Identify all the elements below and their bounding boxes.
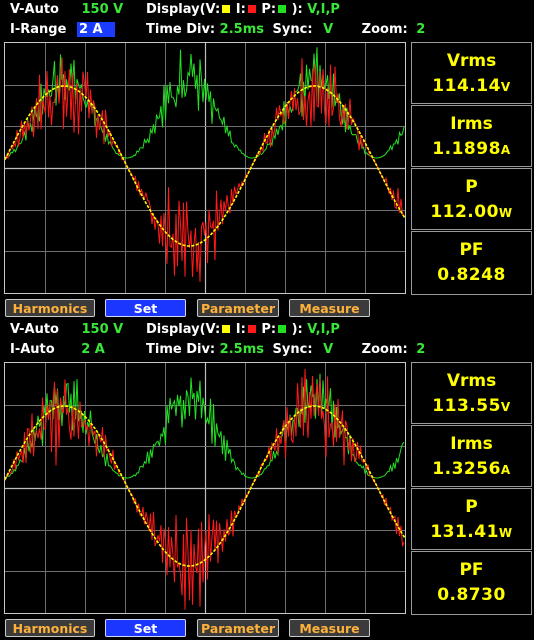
irms-measurement: Irms 1.1898A	[411, 105, 532, 167]
display-close-label: ):	[291, 322, 303, 337]
vrms-label: Vrms	[446, 51, 497, 71]
display-traces-value: V,I,P	[307, 322, 340, 337]
time-div-label: Time Div:	[146, 22, 216, 37]
power-color-swatch	[278, 325, 287, 333]
measure-button[interactable]: Measure	[289, 299, 370, 317]
voltage-range-value: 150 V	[81, 2, 124, 17]
measure-button[interactable]: Measure	[289, 619, 370, 637]
voltage-range-label: V-Auto	[10, 322, 59, 337]
vrms-value: 113.55	[432, 396, 501, 416]
timebase-settings: Time Div: 2.5ms Sync: V Zoom: 2	[146, 342, 425, 358]
measurements-sidebar: Vrms 114.14V Irms 1.1898A P 112.00W PF 0…	[411, 42, 534, 296]
voltage-range: V-Auto 150 V	[10, 322, 123, 338]
irms-unit: A	[500, 463, 511, 477]
voltage-key-label: V:	[205, 322, 221, 337]
vrms-measurement: Vrms 114.14V	[411, 42, 532, 104]
vrms-unit: V	[500, 400, 511, 414]
pf-label: PF	[459, 560, 484, 580]
irms-value: 1.1898	[432, 139, 501, 159]
irms-value: 1.3256	[432, 459, 501, 479]
voltage-range-label: V-Auto	[10, 2, 59, 17]
waveform-display	[4, 362, 406, 614]
irms-label: Irms	[450, 434, 493, 454]
set-button[interactable]: Set	[105, 299, 186, 317]
voltage-color-swatch	[222, 325, 231, 333]
power-unit: W	[498, 526, 513, 540]
current-color-swatch	[247, 5, 256, 13]
vrms-value: 114.14	[432, 76, 501, 96]
pf-measurement: PF 0.8248	[411, 231, 532, 295]
power-key-label: P:	[261, 322, 277, 337]
sync-value: V	[323, 342, 334, 357]
display-label: Display(	[146, 322, 206, 337]
power-trace	[5, 47, 405, 159]
time-div-value: 2.5ms	[219, 22, 264, 37]
zoom-label: Zoom:	[361, 22, 408, 37]
current-key-label: I:	[235, 322, 246, 337]
current-range: I-Auto 2 A	[10, 342, 105, 358]
power-color-swatch	[278, 5, 287, 13]
pf-measurement: PF 0.8730	[411, 551, 532, 615]
power-measurement: P 131.41W	[411, 488, 532, 550]
current-range-value[interactable]: 2 A	[76, 22, 115, 37]
harmonics-button[interactable]: Harmonics	[5, 619, 95, 637]
current-range-label: I-Range	[10, 22, 67, 37]
irms-unit: A	[500, 143, 511, 157]
zoom-value: 2	[416, 22, 426, 37]
display-traces-value: V,I,P	[307, 2, 340, 17]
power-value: 131.41	[430, 522, 499, 542]
sync-value: V	[323, 22, 334, 37]
sync-label: Sync:	[272, 22, 313, 37]
time-div-value: 2.5ms	[219, 342, 264, 357]
voltage-range-value: 150 V	[81, 322, 124, 337]
irms-label: Irms	[450, 114, 493, 134]
power-label: P	[465, 497, 478, 517]
zoom-label: Zoom:	[361, 342, 408, 357]
set-button[interactable]: Set	[105, 619, 186, 637]
current-key-label: I:	[235, 2, 246, 17]
current-trace	[5, 57, 405, 283]
current-range: I-Range 2 A	[10, 22, 115, 38]
harmonics-button[interactable]: Harmonics	[5, 299, 95, 317]
voltage-key-label: V:	[205, 2, 221, 17]
display-label: Display(	[146, 2, 206, 17]
current-range-label: I-Auto	[10, 342, 55, 357]
irms-measurement: Irms 1.3256A	[411, 425, 532, 487]
current-color-swatch	[247, 325, 256, 333]
power-label: P	[465, 177, 478, 197]
display-close-label: ):	[291, 2, 303, 17]
display-settings: Display(V: I: P: ): V,I,P	[146, 2, 340, 18]
power-analyzer-panel-1: V-Auto 150 V I-Range 2 A Display(V: I: P…	[0, 0, 534, 320]
display-settings: Display(V: I: P: ): V,I,P	[146, 322, 340, 338]
pf-label: PF	[459, 240, 484, 260]
pf-value: 0.8248	[437, 265, 506, 285]
current-range-value[interactable]: 2 A	[81, 342, 105, 357]
pf-value: 0.8730	[437, 585, 506, 605]
zoom-value: 2	[416, 342, 426, 357]
power-unit: W	[498, 206, 513, 220]
parameter-button[interactable]: Parameter	[197, 619, 279, 637]
power-key-label: P:	[261, 2, 277, 17]
waveform-canvas	[5, 363, 405, 613]
timebase-settings: Time Div: 2.5ms Sync: V Zoom: 2	[146, 22, 425, 38]
sync-label: Sync:	[272, 342, 313, 357]
power-analyzer-panel-2: V-Auto 150 V I-Auto 2 A Display(V: I: P:…	[0, 320, 534, 640]
power-value: 112.00	[430, 202, 499, 222]
voltage-range: V-Auto 150 V	[10, 2, 123, 18]
measurements-sidebar: Vrms 113.55V Irms 1.3256A P 131.41W PF 0…	[411, 362, 534, 616]
power-measurement: P 112.00W	[411, 168, 532, 230]
waveform-display	[4, 42, 406, 294]
vrms-label: Vrms	[446, 371, 497, 391]
voltage-color-swatch	[222, 5, 231, 13]
waveform-canvas	[5, 43, 405, 293]
vrms-unit: V	[500, 80, 511, 94]
time-div-label: Time Div:	[146, 342, 216, 357]
vrms-measurement: Vrms 113.55V	[411, 362, 532, 424]
parameter-button[interactable]: Parameter	[197, 299, 279, 317]
